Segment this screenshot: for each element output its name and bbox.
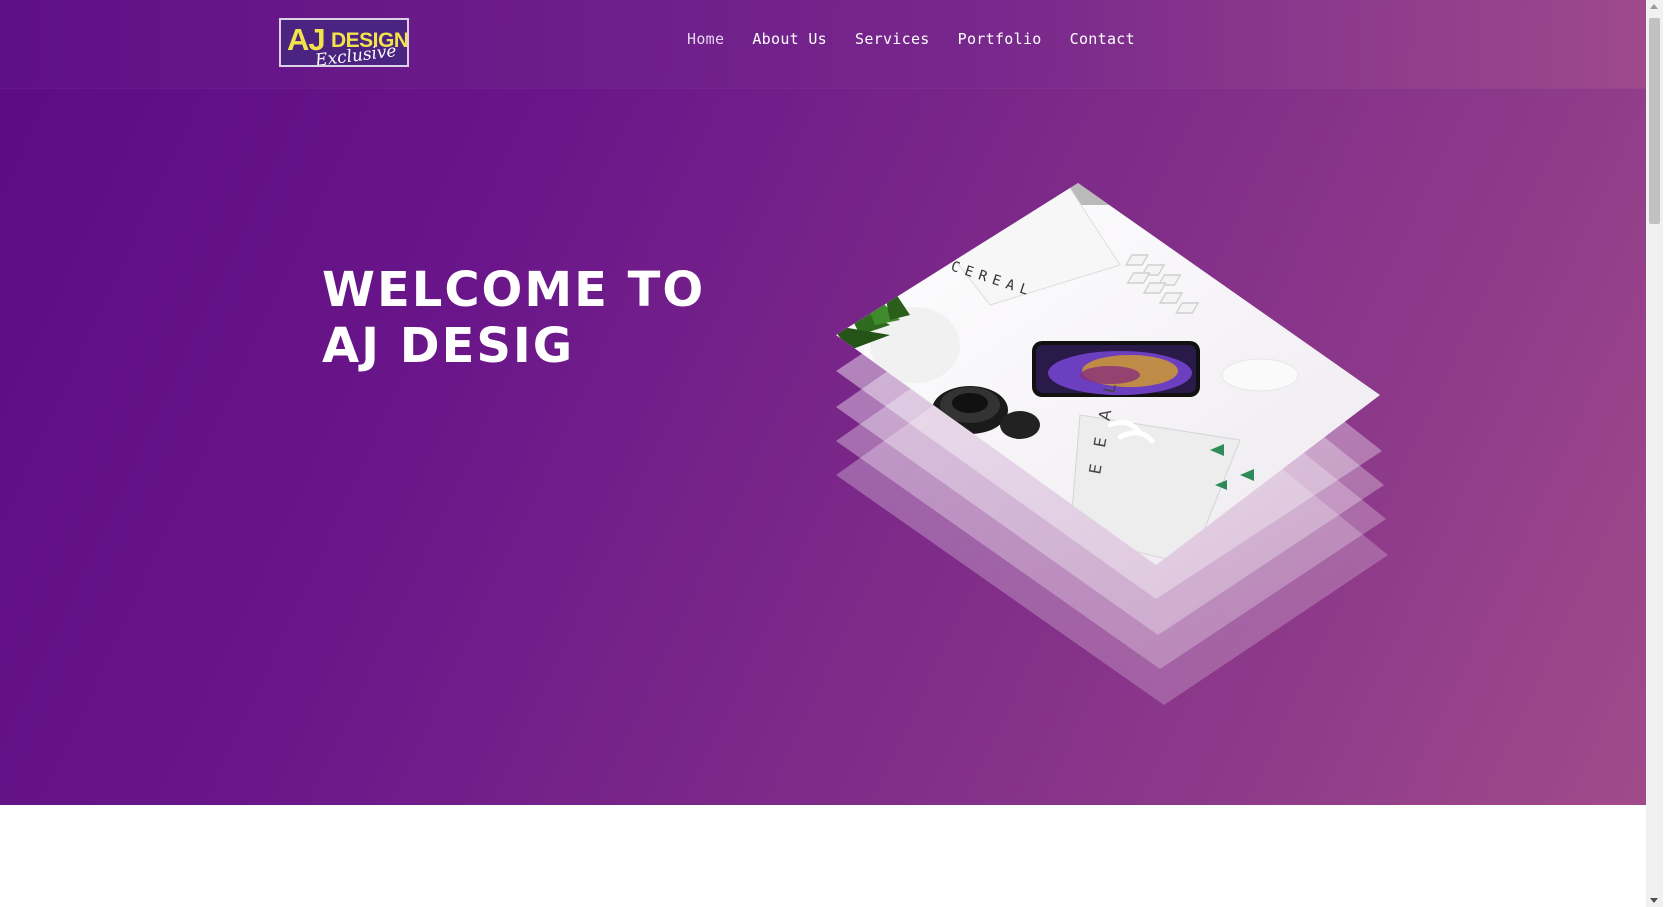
nav-home[interactable]: Home: [687, 30, 724, 48]
site-logo[interactable]: AJ DESIGN Exclusive: [279, 18, 409, 67]
page: AJ DESIGN Exclusive Home About Us Servic…: [0, 0, 1663, 907]
main-nav: Home About Us Services Portfolio Contact: [687, 30, 1163, 48]
nav-services[interactable]: Services: [855, 30, 930, 48]
hero-section: AJ DESIGN Exclusive Home About Us Servic…: [0, 0, 1663, 805]
scroll-down-arrow-icon[interactable]: [1650, 898, 1658, 903]
hero-image-stack: CEREAL E E A L: [820, 175, 1420, 715]
navbar: AJ DESIGN Exclusive Home About Us Servic…: [0, 0, 1663, 88]
hero-title: WELCOME TO AJ DESIG: [322, 262, 706, 374]
nav-about-us[interactable]: About Us: [752, 30, 827, 48]
scroll-up-arrow-icon[interactable]: [1650, 4, 1658, 9]
hero-isometric-illustration: CEREAL E E A L: [836, 183, 1388, 705]
scroll-thumb[interactable]: [1649, 18, 1660, 224]
mouse-shape: [1221, 358, 1299, 392]
logo-text-exclusive: Exclusive: [314, 41, 398, 67]
nav-contact[interactable]: Contact: [1070, 30, 1135, 48]
page-scrollbar[interactable]: [1646, 0, 1663, 907]
nav-portfolio[interactable]: Portfolio: [958, 30, 1042, 48]
